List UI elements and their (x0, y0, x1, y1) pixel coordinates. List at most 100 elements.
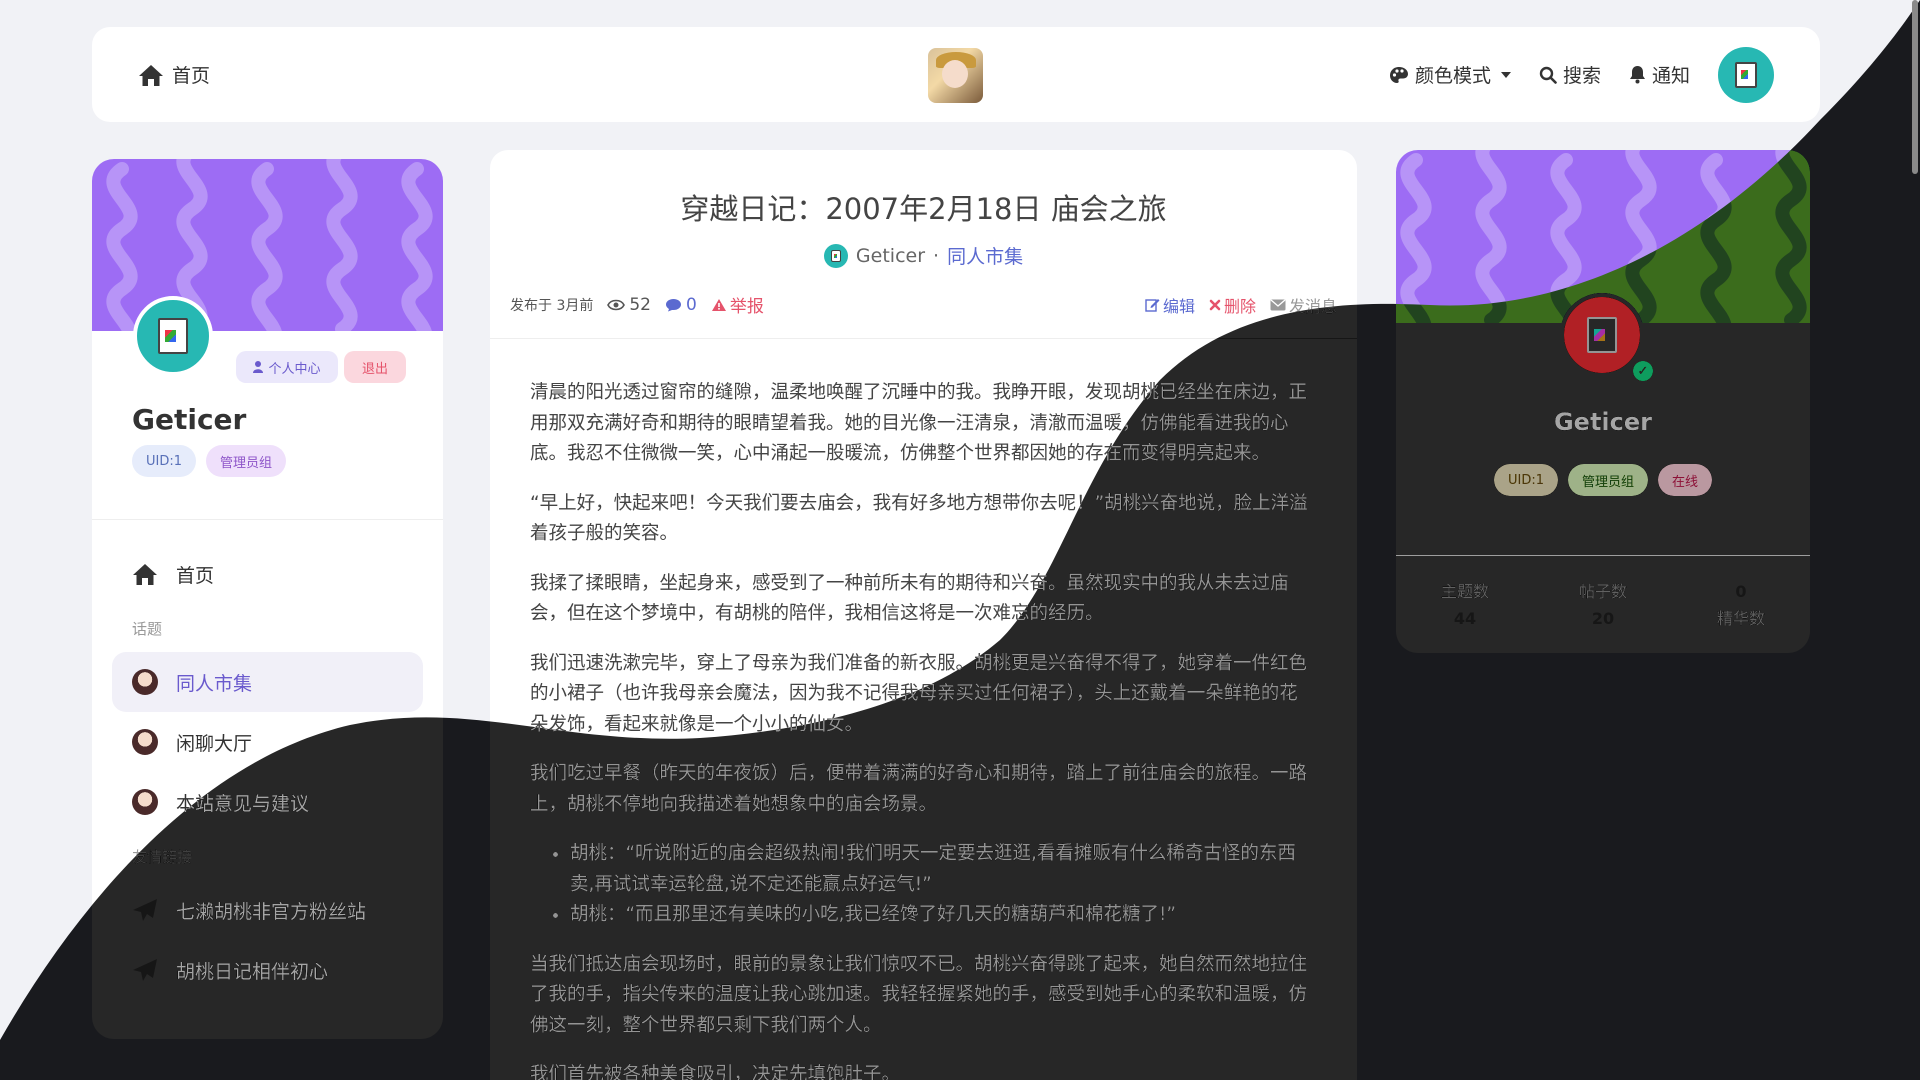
notify-button[interactable]: 通知 (1629, 61, 1690, 88)
nav-home-link[interactable]: 首页 (138, 61, 210, 88)
comments-count[interactable]: 0 (665, 295, 697, 315)
palette-icon (1389, 66, 1409, 84)
logout-label: 退出 (361, 361, 388, 377)
stat-label: 帖子数 (1578, 582, 1627, 601)
report-label: 举报 (729, 297, 764, 317)
stat-value: 0 (1735, 582, 1747, 601)
stat-value: 20 (1591, 609, 1615, 628)
sidebar-item-link[interactable]: 七濑胡桃非官方粉丝站 (112, 880, 423, 940)
article-stats: 发布于 3月前 52 0 举报 编辑 删除 发消息 (510, 292, 1337, 318)
stat-topics: 主题数 44 (1441, 578, 1489, 632)
home-icon (138, 63, 164, 87)
avatar-image-icon (158, 318, 188, 354)
profile-username: Geticer (1553, 408, 1652, 436)
search-icon (1539, 66, 1557, 84)
published-time: 发布于 3月前 (510, 297, 594, 314)
article-paragraph: 当我们抵达庙会现场时，眼前的景象让我们惊叹不已。胡桃兴奋得跳了起来，她自然而然地… (530, 953, 1308, 1036)
delete-button[interactable]: 删除 (1209, 293, 1256, 317)
links-heading: 友情链接 (132, 847, 193, 866)
home-icon (132, 562, 158, 586)
topic-avatar (132, 669, 158, 695)
article-title: 穿越日记：2007年2月18日 庙会之旅 (680, 192, 1167, 226)
sidebar-item-label: 闲聊大厅 (176, 732, 253, 755)
search-label: 搜索 (1562, 65, 1601, 87)
user-avatar[interactable] (1718, 46, 1774, 103)
stat-posts: 帖子数 20 (1579, 578, 1627, 632)
uid-badge: UID:1 (1493, 464, 1558, 496)
sidebar-item-label: 首页 (176, 564, 215, 587)
sidebar-item-label: 七濑胡桃非官方粉丝站 (176, 900, 367, 923)
sidebar-username: Geticer (132, 403, 247, 436)
article-divider (490, 338, 1357, 339)
stat-label: 精华数 (1716, 609, 1765, 628)
topic-avatar (132, 789, 158, 815)
paper-plane-icon (132, 958, 158, 982)
article-bullet-list: 胡桃：“听说附近的庙会超级热闹!我们明天一定要去逛逛,看看摊贩有什么稀奇古怪的东… (570, 839, 1310, 931)
message-button[interactable]: 发消息 (1270, 293, 1337, 317)
profile-tags: UID:1 管理员组 在线 (1396, 464, 1810, 496)
avatar-image-icon (1587, 317, 1617, 353)
sidebar-tags: UID:1 管理员组 (132, 445, 287, 477)
sidebar-item-link[interactable]: 胡桃日记相伴初心 (112, 940, 423, 1000)
topics-heading: 话题 (132, 619, 163, 638)
article-card: 穿越日记：2007年2月18日 庙会之旅 Geticer · 同人市集 发布于 … (490, 150, 1357, 1080)
list-item: 胡桃：“而且那里还有美味的小吃,我已经馋了好几天的糖葫芦和棉花糖了!” (570, 900, 1310, 931)
page-scrollbar[interactable] (1912, 0, 1918, 174)
uid-badge: UID:1 (132, 445, 197, 477)
sidebar-item-topic[interactable]: 闲聊大厅 (112, 712, 423, 772)
left-sidebar: 个人中心 退出 Geticer UID:1 管理员组 首页 话题 同人市集 闲聊… (92, 159, 443, 1039)
site-logo[interactable] (928, 48, 983, 103)
category-link[interactable]: 同人市集 (947, 242, 1023, 269)
group-badge: 管理员组 (1567, 464, 1648, 496)
paper-plane-icon (132, 898, 158, 922)
article-paragraph: 我揉了揉眼睛，坐起身来，感受到了一种前所未有的期待和兴奋。虽然现实中的我从未去过… (530, 572, 1289, 625)
profile-avatar[interactable] (133, 296, 213, 376)
views-value: 52 (629, 294, 651, 315)
chevron-down-icon (1500, 71, 1511, 78)
article-paragraph: “早上好，快起来吧！今天我们要去庙会，我有好多地方想带你去呢！”胡桃兴奋地说，脸… (530, 492, 1308, 545)
author-avatar[interactable] (823, 243, 848, 268)
sidebar-item-topic[interactable]: 同人市集 (112, 652, 423, 712)
stat-value: 44 (1453, 609, 1477, 628)
message-label: 发消息 (1288, 296, 1337, 316)
bell-icon (1629, 65, 1646, 84)
avatar-image-icon (830, 249, 841, 262)
sidebar-divider (92, 519, 443, 520)
envelope-icon (1270, 299, 1286, 311)
article-body: 清晨的阳光透过窗帘的缝隙，温柔地唤醒了沉睡中的我。我睁开眼，发现胡桃已经坐在床边… (530, 378, 1310, 1080)
warning-icon (711, 298, 727, 312)
sidebar-item-home[interactable]: 首页 (112, 544, 423, 604)
stat-label: 主题数 (1440, 582, 1489, 601)
logout-button[interactable]: 退出 (344, 351, 406, 383)
user-center-label: 个人中心 (268, 361, 321, 377)
edit-icon (1145, 297, 1160, 312)
views-count: 52 (607, 295, 651, 315)
sidebar-nav: 首页 话题 同人市集 闲聊大厅 本站意见与建议 友情链接 七濑胡桃非官方粉丝站 … (112, 544, 423, 1000)
sidebar-item-label: 本站意见与建议 (176, 792, 310, 815)
article-meta: Geticer · 同人市集 (490, 242, 1357, 269)
author-name[interactable]: Geticer (856, 245, 925, 267)
sidebar-item-topic[interactable]: 本站意见与建议 (112, 772, 423, 832)
sidebar-item-label: 胡桃日记相伴初心 (176, 960, 329, 983)
article-paragraph: 清晨的阳光透过窗帘的缝隙，温柔地唤醒了沉睡中的我。我睁开眼，发现胡桃已经坐在床边… (530, 382, 1308, 464)
color-mode-label: 颜色模式 (1414, 65, 1491, 87)
profile-card: ✓ Geticer UID:1 管理员组 在线 主题数 44 帖子数 20 0 … (1396, 150, 1810, 653)
article-paragraph: 我们迅速洗漱完毕，穿上了母亲为我们准备的新衣服。胡桃更是兴奋得不得了，她穿着一件… (530, 652, 1308, 735)
stat-featured: 0 精华数 (1717, 578, 1765, 632)
close-icon (1209, 299, 1221, 311)
profile-stats: 主题数 44 帖子数 20 0 精华数 (1396, 578, 1810, 632)
meta-separator: · (933, 244, 940, 267)
nav-home-label: 首页 (172, 65, 211, 87)
article-paragraph: 我们吃过早餐（昨天的年夜饭）后，便带着满满的好奇心和期待，踏上了前往庙会的旅程。… (530, 763, 1308, 815)
top-navbar: 首页 颜色模式 搜索 通知 (92, 27, 1820, 122)
edit-label: 编辑 (1162, 296, 1195, 316)
color-mode-dropdown[interactable]: 颜色模式 (1389, 61, 1511, 88)
topic-avatar (132, 729, 158, 755)
report-button[interactable]: 举报 (711, 292, 764, 317)
edit-button[interactable]: 编辑 (1145, 293, 1195, 317)
article-paragraph: 我们首先被各种美食吸引，决定先填饱肚子。 (530, 1064, 901, 1080)
user-icon (253, 361, 264, 373)
search-button[interactable]: 搜索 (1539, 61, 1601, 88)
user-center-button[interactable]: 个人中心 (236, 351, 338, 383)
comments-value: 0 (686, 294, 697, 315)
